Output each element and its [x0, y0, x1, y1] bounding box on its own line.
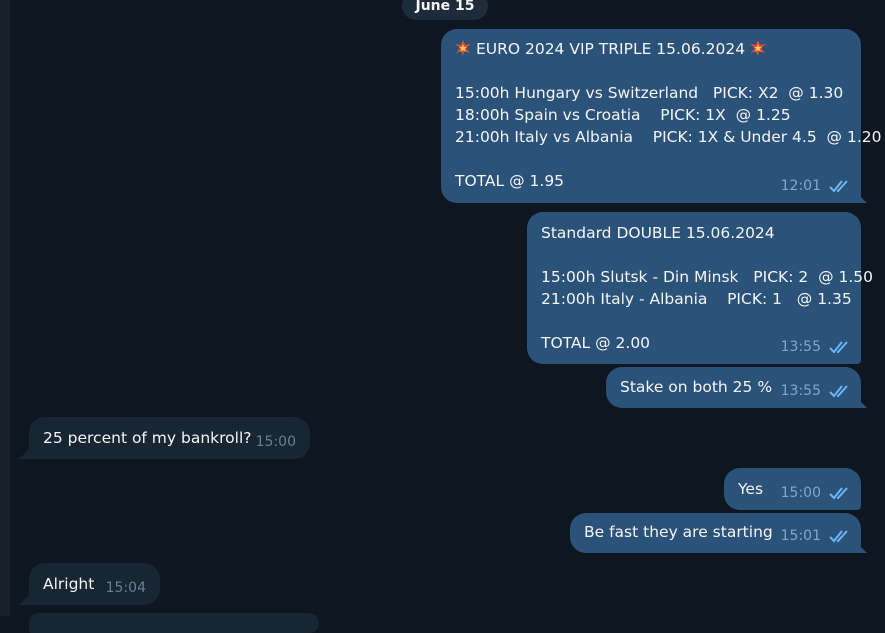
collision-emoji-icon [750, 40, 766, 56]
message-time: 13:55 [780, 383, 821, 399]
message-meta: 15:01 [781, 525, 851, 547]
message-time: 13:55 [780, 339, 821, 355]
message-line: 21:00h Italy vs Albania PICK: 1X & Under… [455, 128, 882, 146]
message-time: 15:00 [255, 434, 296, 450]
message-meta: 13:55 [781, 380, 851, 402]
sidebar-edge [0, 0, 10, 616]
double-check-icon [829, 487, 848, 500]
message-line: ​ [541, 244, 847, 266]
message-bubble-outgoing[interactable]: Stake on both 25 % 13:55 [606, 367, 861, 408]
double-check-icon [829, 385, 848, 398]
message-bubble-outgoing[interactable]: EURO 2024 VIP TRIPLE 15.06.2024 ​ 15:00h… [441, 29, 882, 203]
message-meta: 15:00 [256, 431, 296, 453]
message-line: ​ [455, 148, 847, 170]
message-meta: 15:00 [781, 482, 851, 504]
message-time: 12:01 [780, 178, 821, 194]
message-bubble-outgoing[interactable]: Be fast they are starting 15:01 [570, 513, 861, 553]
double-check-icon [829, 341, 848, 354]
message-bubble-outgoing[interactable]: Yes 15:00 [724, 468, 861, 510]
message-line: 18:00h Spain vs Croatia PICK: 1X @ 1.25 [455, 106, 791, 124]
message-line: ​ [455, 60, 847, 82]
message-time: 15:04 [105, 580, 146, 596]
message-bubble-incoming[interactable]: 25 percent of my bankroll? 15:00 [29, 417, 310, 459]
message-bubble-incoming[interactable] [29, 613, 319, 633]
message-line: 15:00h Hungary vs Switzerland PICK: X2 @… [455, 84, 844, 102]
bubble-tail [19, 445, 33, 459]
message-meta: 15:04 [106, 577, 146, 599]
date-separator: June 15 [402, 0, 488, 20]
message-bubble-outgoing[interactable]: Standard DOUBLE 15.06.2024 ​ 15:00h Slut… [527, 212, 874, 364]
message-line: ​ [541, 310, 847, 332]
message-meta: 12:01 [781, 175, 851, 197]
double-check-icon [829, 180, 848, 193]
double-check-icon [829, 530, 848, 543]
message-meta: 13:55 [781, 336, 851, 358]
collision-emoji-icon [455, 40, 471, 56]
message-line: 15:00h Slutsk - Din Minsk PICK: 2 @ 1.50 [541, 268, 874, 286]
message-time: 15:01 [780, 528, 821, 544]
message-title-line: EURO 2024 VIP TRIPLE 15.06.2024 [455, 38, 847, 60]
message-line: EURO 2024 VIP TRIPLE 15.06.2024 [475, 40, 746, 58]
message-line: Standard DOUBLE 15.06.2024 [541, 224, 775, 242]
message-time: 15:00 [780, 485, 821, 501]
message-line: 21:00h Italy - Albania PICK: 1 @ 1.35 [541, 290, 852, 308]
message-bubble-incoming[interactable]: Alright 15:04 [29, 563, 160, 605]
